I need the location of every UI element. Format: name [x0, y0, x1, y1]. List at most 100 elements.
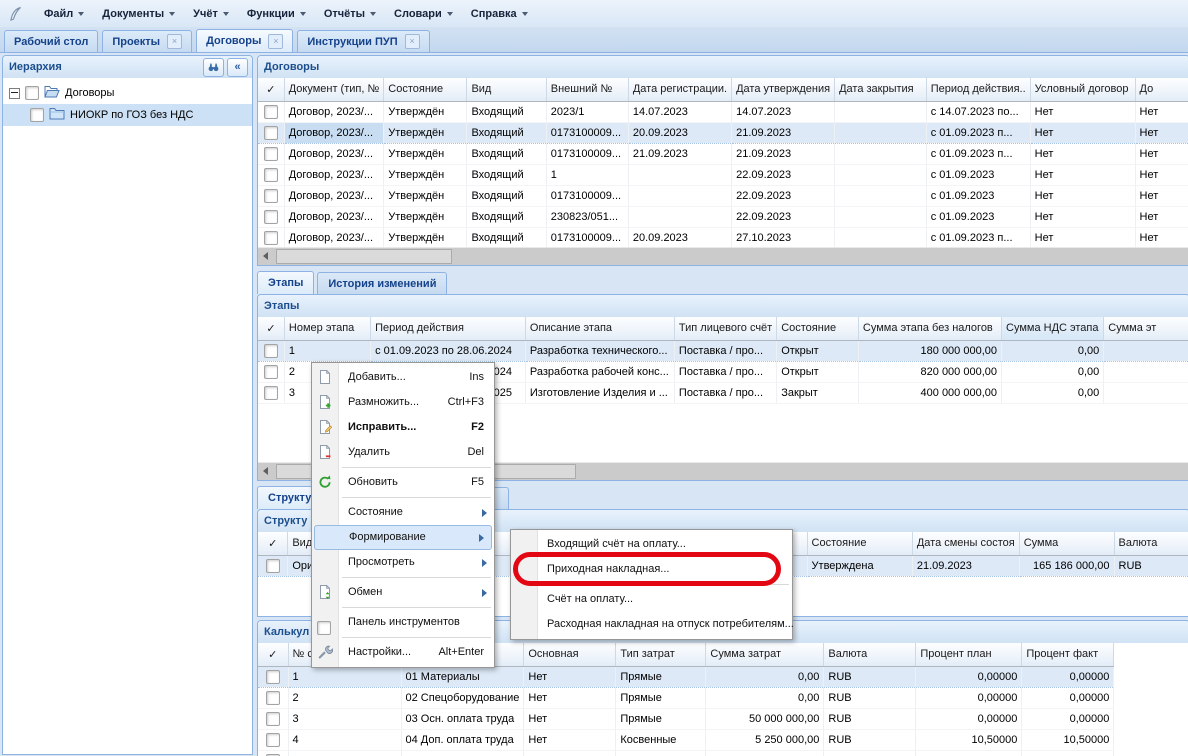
tree-node-niokr[interactable]: НИОКР по ГОЗ без НДС [3, 104, 252, 126]
tree-checkbox[interactable] [25, 86, 39, 100]
row-checkbox-cell[interactable] [258, 666, 288, 687]
table-row[interactable]: 1с 01.09.2023 по 28.06.2024Разработка те… [258, 340, 1188, 361]
row-checkbox-cell[interactable] [258, 122, 284, 143]
column-header[interactable]: Сумма затрат [706, 643, 824, 666]
row-checkbox-cell[interactable] [258, 340, 284, 361]
table-row[interactable]: Договор, 2023/...УтверждёнВходящий017310… [258, 122, 1188, 143]
column-header[interactable]: Тип затрат [616, 643, 706, 666]
menu-item-edit[interactable]: Исправить... F2 [312, 415, 494, 440]
table-row[interactable]: 404 Доп. оплата трудаНетКосвенные5 250 0… [258, 729, 1114, 750]
column-header[interactable]: Период действия [371, 317, 526, 340]
column-header[interactable]: Состояние [807, 532, 912, 555]
menu-help[interactable]: Справка [462, 4, 537, 24]
row-checkbox[interactable] [264, 126, 278, 140]
column-header[interactable]: До [1135, 78, 1188, 101]
row-checkbox[interactable] [264, 365, 278, 379]
menu-item-exchange[interactable]: Обмен [312, 580, 494, 605]
column-header[interactable]: Основная [524, 643, 616, 666]
close-icon[interactable]: × [268, 34, 283, 49]
row-checkbox[interactable] [264, 210, 278, 224]
row-checkbox-cell[interactable] [258, 101, 284, 122]
submenu-item-outgoing-note[interactable]: Расходная накладная на отпуск потребител… [511, 612, 792, 637]
row-checkbox[interactable] [266, 733, 280, 747]
column-header[interactable]: Процент факт [1022, 643, 1114, 666]
table-row[interactable]: 202 СпецоборудованиеНетПрямые0,00RUB0,00… [258, 687, 1114, 708]
row-checkbox[interactable] [264, 168, 278, 182]
column-header[interactable]: Вид [467, 78, 546, 101]
column-header[interactable]: Документ (тип, № [284, 78, 384, 101]
submenu-item-payment-invoice[interactable]: Счёт на оплату... [511, 587, 792, 612]
column-header[interactable]: Дата регистрации. [628, 78, 731, 101]
close-icon[interactable]: × [167, 34, 182, 49]
menu-item-toolbar[interactable]: Панель инструментов [312, 610, 494, 635]
submenu-item-incoming-invoice[interactable]: Входящий счёт на оплату... [511, 532, 792, 557]
column-header[interactable]: Сумма эт [1104, 317, 1188, 340]
row-checkbox-cell[interactable] [258, 555, 288, 576]
row-checkbox[interactable] [264, 386, 278, 400]
collapse-panel-icon[interactable]: « [227, 58, 248, 77]
tab-desktop[interactable]: Рабочий стол [4, 30, 98, 52]
column-header[interactable]: Состояние [777, 317, 859, 340]
menu-item-duplicate[interactable]: Размножить... Ctrl+F3 [312, 390, 494, 415]
column-header[interactable]: Дата смены состоя [912, 532, 1019, 555]
table-row[interactable]: 101 МатериалыНетПрямые0,00RUB0,000000,00… [258, 666, 1114, 687]
row-checkbox[interactable] [264, 147, 278, 161]
column-header[interactable]: Описание этапа [525, 317, 674, 340]
tab-contracts[interactable]: Договоры× [196, 29, 293, 52]
tree-checkbox[interactable] [30, 108, 44, 122]
row-checkbox-cell[interactable] [258, 750, 288, 756]
row-checkbox-cell[interactable] [258, 164, 284, 185]
menu-item-settings[interactable]: Настройки... Alt+Enter [312, 640, 494, 665]
row-checkbox-cell[interactable] [258, 143, 284, 164]
column-header[interactable]: Сумма [1019, 532, 1114, 555]
row-checkbox[interactable] [266, 670, 280, 684]
tree-node-contracts[interactable]: Договоры [3, 82, 252, 104]
column-header[interactable]: Номер этапа [284, 317, 370, 340]
row-checkbox-cell[interactable] [258, 361, 284, 382]
menu-item-state[interactable]: Состояние [312, 500, 494, 525]
column-header[interactable]: Дата утверждения [732, 78, 835, 101]
menu-file[interactable]: Файл [35, 4, 93, 24]
submenu-item-receipt-note[interactable]: Приходная накладная... [511, 557, 792, 582]
table-row[interactable]: Договор, 2023/...УтверждёнВходящий017310… [258, 185, 1188, 206]
menu-dictionaries[interactable]: Словари [385, 4, 462, 24]
collapse-expander-icon[interactable] [9, 88, 20, 99]
table-row[interactable]: Договор, 2023/...УтверждёнВходящий230823… [258, 206, 1188, 227]
row-checkbox-cell[interactable] [258, 382, 284, 403]
tab-change-history[interactable]: История изменений [317, 272, 447, 294]
row-checkbox[interactable] [264, 344, 278, 358]
row-checkbox-cell[interactable] [258, 227, 284, 248]
row-checkbox-cell[interactable] [258, 206, 284, 227]
select-all-column-header[interactable]: ✓ [258, 78, 284, 101]
menu-documents[interactable]: Документы [93, 4, 184, 24]
menu-reports[interactable]: Отчёты [315, 4, 385, 24]
close-icon[interactable]: × [405, 34, 420, 49]
scroll-left-icon[interactable] [258, 463, 275, 480]
menu-item-view[interactable]: Просмотреть [312, 550, 494, 575]
tab-instructions[interactable]: Инструкции ПУП× [297, 30, 429, 52]
scroll-thumb[interactable] [276, 249, 452, 264]
row-checkbox-cell[interactable] [258, 708, 288, 729]
column-header[interactable]: Условный договор [1030, 78, 1135, 101]
column-header[interactable]: Валюта [824, 643, 916, 666]
table-row[interactable]: Договор, 2023/...УтверждёнВходящий122.09… [258, 164, 1188, 185]
select-all-column-header[interactable]: ✓ [258, 643, 288, 666]
menu-functions[interactable]: Функции [238, 4, 315, 24]
column-header[interactable]: Сумма этапа без налогов [858, 317, 1001, 340]
column-header[interactable]: Период действия.. [926, 78, 1030, 101]
column-header[interactable]: Валюта [1114, 532, 1188, 555]
menu-item-add[interactable]: Добавить... Ins [312, 365, 494, 390]
row-checkbox[interactable] [264, 231, 278, 245]
select-all-column-header[interactable]: ✓ [258, 532, 288, 555]
table-row[interactable]: 303 Осн. оплата трудаНетПрямые50 000 000… [258, 708, 1114, 729]
row-checkbox[interactable] [266, 712, 280, 726]
search-binoculars-icon[interactable] [203, 58, 224, 77]
row-checkbox[interactable] [264, 105, 278, 119]
tab-stages[interactable]: Этапы [257, 271, 314, 294]
row-checkbox-cell[interactable] [258, 687, 288, 708]
row-checkbox[interactable] [266, 691, 280, 705]
table-row[interactable]: Договор, 2023/...УтверждёнВходящий017310… [258, 143, 1188, 164]
scroll-left-icon[interactable] [258, 248, 275, 265]
row-checkbox[interactable] [266, 559, 280, 573]
column-header[interactable]: Сумма НДС этапа [1002, 317, 1104, 340]
